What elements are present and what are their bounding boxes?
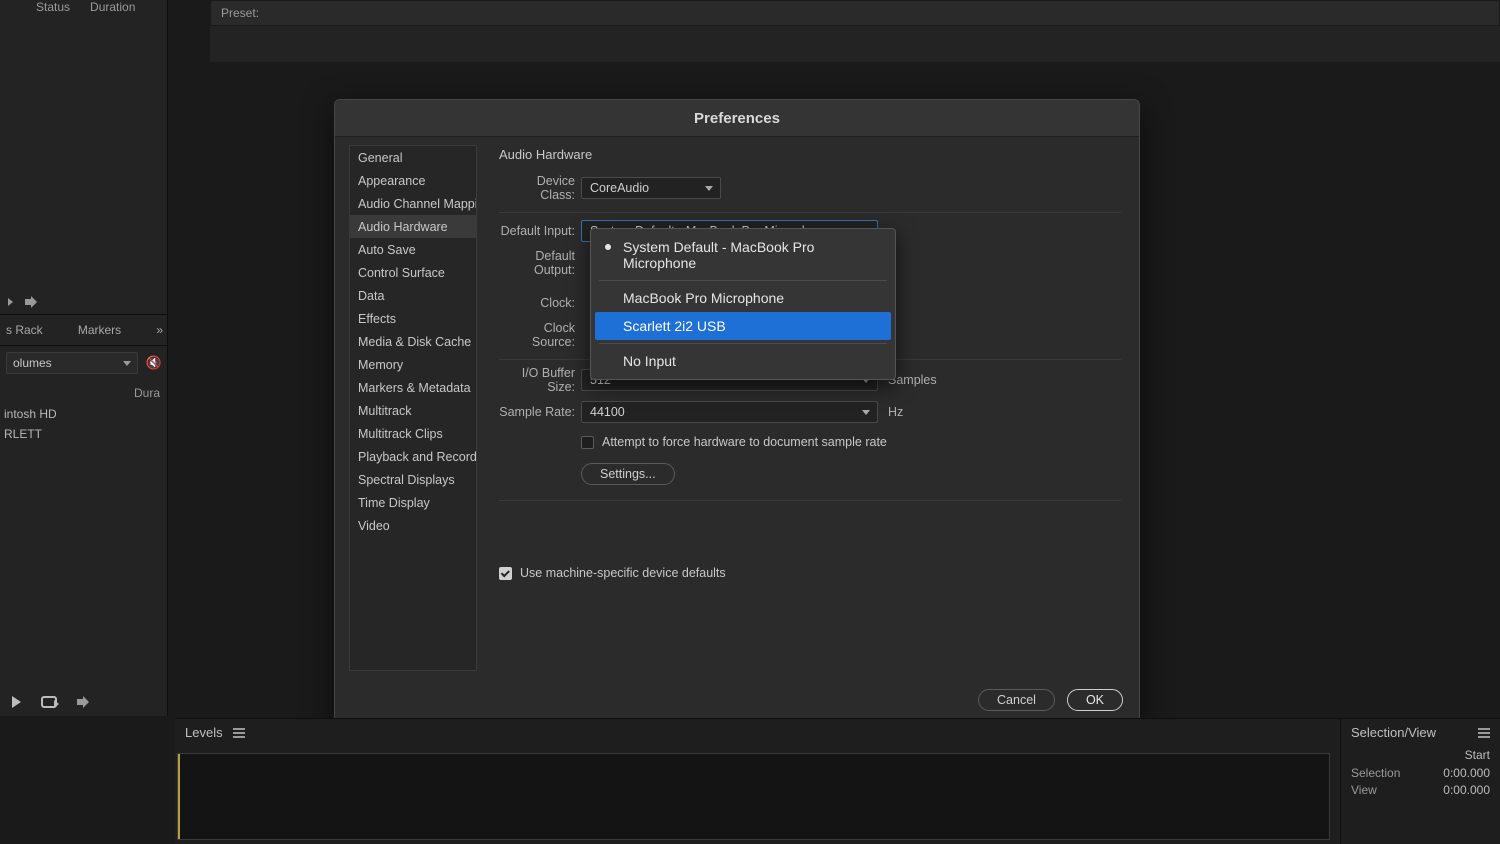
selview-row: View0:00.000 bbox=[1351, 783, 1490, 797]
transport-play-icon[interactable] bbox=[12, 696, 21, 708]
selview-start-header: Start bbox=[1351, 748, 1490, 762]
label-device-class: Device Class: bbox=[499, 174, 581, 202]
category-item[interactable]: Control Surface bbox=[350, 261, 476, 284]
preferences-dialog: Preferences GeneralAppearanceAudio Chann… bbox=[334, 99, 1140, 726]
drive-item[interactable]: intosh HD bbox=[0, 404, 168, 424]
meter-needle bbox=[178, 754, 180, 839]
category-item[interactable]: Media & Disk Cache bbox=[350, 330, 476, 353]
more-tabs-icon[interactable]: » bbox=[156, 323, 160, 337]
level-meter bbox=[177, 753, 1330, 840]
settings-pane: Audio Hardware Device Class: CoreAudio D… bbox=[477, 137, 1139, 679]
machine-defaults-checkbox[interactable]: Use machine-specific device defaults bbox=[499, 566, 726, 580]
play-icon[interactable] bbox=[8, 298, 13, 306]
category-item[interactable]: Data bbox=[350, 284, 476, 307]
category-item[interactable]: Memory bbox=[350, 353, 476, 376]
selview-row: Selection0:00.000 bbox=[1351, 766, 1490, 780]
menu-item[interactable]: System Default - MacBook Pro Microphone bbox=[595, 233, 891, 277]
unit-hz: Hz bbox=[888, 405, 903, 419]
device-class-dropdown[interactable]: CoreAudio bbox=[581, 177, 721, 199]
label-clock: Clock: bbox=[499, 296, 581, 310]
col-status: Status bbox=[36, 0, 70, 14]
menu-separator bbox=[599, 280, 887, 281]
label-sample-rate: Sample Rate: bbox=[499, 405, 581, 419]
settings-button[interactable]: Settings... bbox=[581, 463, 675, 485]
category-item[interactable]: Spectral Displays bbox=[350, 468, 476, 491]
separator bbox=[499, 212, 1121, 213]
menu-item[interactable]: No Input bbox=[595, 347, 891, 375]
selview-title: Selection/View bbox=[1351, 725, 1436, 740]
preset-bar: Preset: bbox=[210, 0, 1500, 26]
category-item[interactable]: Audio Channel Mapping bbox=[350, 192, 476, 215]
top-body bbox=[210, 26, 1500, 62]
transport-speaker-icon[interactable] bbox=[77, 696, 91, 708]
default-input-menu: System Default - MacBook Pro Microphone M… bbox=[590, 228, 896, 380]
category-item[interactable]: Markers & Metadata bbox=[350, 376, 476, 399]
panel-menu-icon[interactable] bbox=[1478, 728, 1490, 738]
force-rate-checkbox[interactable]: Attempt to force hardware to document sa… bbox=[581, 435, 887, 449]
menu-separator bbox=[599, 343, 887, 344]
label-io-buffer: I/O Buffer Size: bbox=[499, 366, 581, 394]
tab-markers[interactable]: Markers bbox=[78, 323, 121, 337]
category-item[interactable]: Audio Hardware bbox=[350, 215, 476, 238]
separator bbox=[499, 500, 1121, 501]
levels-panel: Levels bbox=[175, 718, 1500, 844]
preset-label: Preset: bbox=[221, 6, 259, 20]
col-duration: Duration bbox=[90, 0, 135, 14]
category-item[interactable]: Multitrack Clips bbox=[350, 422, 476, 445]
menu-item[interactable]: Scarlett 2i2 USB bbox=[595, 312, 891, 340]
dialog-title: Preferences bbox=[335, 100, 1139, 137]
label-clock-source: Clock Source: bbox=[499, 321, 581, 349]
category-item[interactable]: Multitrack bbox=[350, 399, 476, 422]
category-item[interactable]: Time Display bbox=[350, 491, 476, 514]
drive-item[interactable]: RLETT bbox=[0, 424, 168, 444]
cancel-button[interactable]: Cancel bbox=[978, 689, 1055, 711]
sample-rate-dropdown[interactable]: 44100 bbox=[581, 401, 878, 423]
left-panel: Status Duration s Rack Markers » olumes … bbox=[0, 0, 168, 716]
volume-icon[interactable]: 🔇 bbox=[146, 355, 162, 371]
category-item[interactable]: Appearance bbox=[350, 169, 476, 192]
tab-rack[interactable]: s Rack bbox=[6, 323, 43, 337]
panel-menu-icon[interactable] bbox=[233, 728, 245, 738]
transport-loop-icon[interactable] bbox=[41, 696, 57, 708]
ok-button[interactable]: OK bbox=[1067, 689, 1123, 711]
menu-item[interactable]: MacBook Pro Microphone bbox=[595, 284, 891, 312]
levels-title: Levels bbox=[185, 725, 223, 740]
category-list: GeneralAppearanceAudio Channel MappingAu… bbox=[349, 145, 477, 671]
speaker-icon[interactable] bbox=[25, 296, 39, 308]
volumes-dropdown[interactable]: olumes bbox=[6, 352, 138, 374]
category-item[interactable]: Auto Save bbox=[350, 238, 476, 261]
label-default-input: Default Input: bbox=[499, 224, 581, 238]
section-title: Audio Hardware bbox=[499, 147, 1121, 168]
checkbox-icon bbox=[581, 436, 594, 449]
category-item[interactable]: Effects bbox=[350, 307, 476, 330]
selection-view-panel: Selection/View Start Selection0:00.000 Vi… bbox=[1340, 718, 1500, 844]
list-header-dura: Dura bbox=[0, 380, 168, 404]
category-item[interactable]: Video bbox=[350, 514, 476, 537]
label-default-output: Default Output: bbox=[499, 249, 581, 277]
category-item[interactable]: Playback and Recording bbox=[350, 445, 476, 468]
checkbox-checked-icon bbox=[499, 567, 512, 580]
category-item[interactable]: General bbox=[350, 146, 476, 169]
